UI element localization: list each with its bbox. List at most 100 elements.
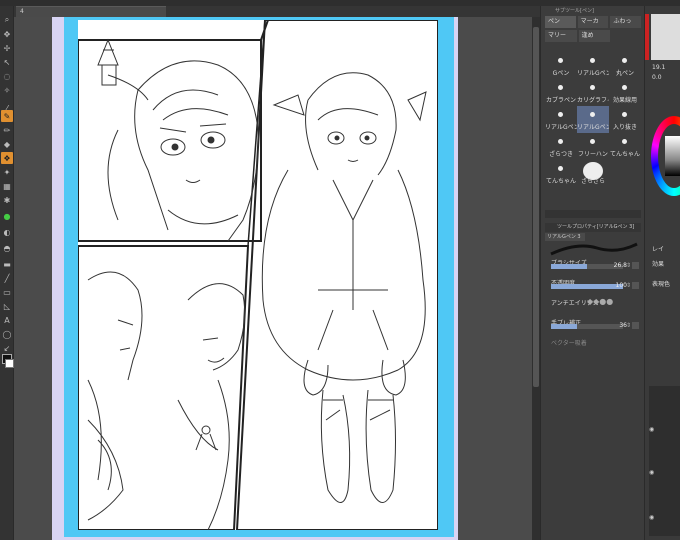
sub-color-swatch[interactable] xyxy=(5,359,14,368)
bucket-tool-icon[interactable]: ◓ xyxy=(1,242,13,254)
eraser-tool-icon[interactable]: ◆ xyxy=(1,138,13,150)
zoom-tool-icon[interactable]: ⌕ xyxy=(1,14,13,26)
color-sv-box[interactable] xyxy=(665,136,680,176)
brush-label: Gペン xyxy=(552,70,570,77)
stabilization-settings-button[interactable] xyxy=(632,322,639,329)
brush-item[interactable]: てんちゃん xyxy=(545,160,577,187)
brush-label: ざらつき xyxy=(548,151,573,158)
subtool-panel: サブツール[ペン] ペン マーカ ふわっ マリー 逢め Gペン リアルGペン 丸ペン… xyxy=(540,6,644,540)
opacity-row[interactable]: 不透明度 100 ⇕ xyxy=(551,278,641,290)
brush-label: 効果線用 xyxy=(612,97,637,104)
brush-item[interactable]: てんちゃん xyxy=(609,133,641,160)
frame-tool-icon[interactable]: ▭ xyxy=(1,286,13,298)
hand-tool-icon[interactable]: ✥ xyxy=(1,28,13,40)
layer-panel-label: レイ xyxy=(652,246,665,253)
brush-item[interactable]: リアルGペン xyxy=(545,106,577,133)
decoration-tool-icon[interactable]: ▦ xyxy=(1,180,13,192)
brush-size-slider[interactable] xyxy=(551,264,623,269)
navigator-angle-value[interactable]: 0.0 xyxy=(652,74,662,81)
brush-tip-icon xyxy=(558,139,563,144)
brush-item[interactable]: ざらざら xyxy=(577,160,609,187)
brush-item[interactable]: リアルGペン xyxy=(577,106,609,133)
canvas-scrollbar[interactable] xyxy=(532,17,540,540)
opacity-slider[interactable] xyxy=(551,284,623,289)
stabilization-row[interactable]: 手ブレ補正 36 ⇕ xyxy=(551,318,641,330)
tab-tsuyame[interactable]: 逢め xyxy=(578,30,611,42)
brush-tip-icon xyxy=(622,112,627,117)
pencil-tool-icon[interactable]: ✏ xyxy=(1,124,13,136)
opacity-spinner-icon[interactable]: ⇕ xyxy=(626,282,631,289)
brush-item[interactable]: 入り抜き xyxy=(609,106,641,133)
move-tool-icon[interactable]: ✢ xyxy=(1,42,13,54)
subtool-tabs-row2: マリー 逢め xyxy=(545,30,641,42)
subtool-panel-title: サブツール[ペン] xyxy=(555,8,594,14)
effect-label: 効果 xyxy=(652,261,665,268)
brush-item[interactable]: Gペン xyxy=(545,52,577,79)
blend-tool-icon[interactable]: ✱ xyxy=(1,194,13,206)
layer-visibility-icon[interactable]: ◉ xyxy=(649,469,654,476)
tool-property-title: ツールプロパティ[リアルGペン 3] xyxy=(545,223,641,232)
stroke-preview xyxy=(550,242,638,256)
airbrush-tool-icon[interactable]: ✦ xyxy=(1,166,13,178)
canvas-area[interactable] xyxy=(14,17,532,540)
panel-right xyxy=(235,20,438,530)
clip-studio-window: 4 ⌕ ✥ ✢ ↖ ◌ ✧ ⁄ ✎ ✏ ◆ ❖ ✦ ▦ ✱ ● ◐ ◓ ▬ ╱ … xyxy=(0,0,680,540)
correct-line-tool-icon[interactable]: ↙ xyxy=(1,342,13,354)
shape-tool-icon[interactable]: ▬ xyxy=(1,258,13,270)
navigator-thumbnail[interactable] xyxy=(651,14,680,60)
layer-visibility-icon[interactable]: ◉ xyxy=(649,514,654,521)
scrollbar-thumb[interactable] xyxy=(533,27,539,387)
antialias-row[interactable]: アンチエイリアス ◆◆●● xyxy=(551,297,641,310)
brush-size-settings-button[interactable] xyxy=(632,262,639,269)
operation-tool-icon[interactable]: ↖ xyxy=(1,56,13,68)
pen-tool-icon[interactable]: ✎ xyxy=(1,110,13,122)
brush-size-spinner-icon[interactable]: ⇕ xyxy=(626,262,631,269)
stabilization-spinner-icon[interactable]: ⇕ xyxy=(626,322,631,329)
brush-tip-icon xyxy=(622,85,627,90)
brush-label: リアルGペン xyxy=(577,70,609,77)
ruler-tool-icon[interactable]: ◺ xyxy=(1,300,13,312)
brush-label: 入り抜き xyxy=(612,124,637,131)
vector-snap-label: ベクター吸着 xyxy=(551,340,587,347)
antialias-options-icon[interactable]: ◆◆●● xyxy=(587,297,613,306)
balloon-tool-icon[interactable]: ◯ xyxy=(1,328,13,340)
brush-tip-icon xyxy=(558,85,563,90)
navigator-indicator xyxy=(645,14,649,60)
brush-list: GペンリアルGペン丸ペンカブラペンカリグラフィ効果線用リアルGペンリアルGペン入… xyxy=(545,52,641,214)
gradient-tool-icon[interactable]: ◐ xyxy=(1,226,13,238)
layer-visibility-icon[interactable]: ◉ xyxy=(649,426,654,433)
magic-wand-icon[interactable]: ✧ xyxy=(1,84,13,96)
brush-label: 丸ペン xyxy=(615,70,634,77)
tab-mari[interactable]: マリー xyxy=(545,30,577,42)
opacity-settings-button[interactable] xyxy=(632,282,639,289)
brush-item[interactable]: リアルGペン xyxy=(577,52,609,79)
brush-tip-icon xyxy=(622,139,627,144)
stabilization-slider[interactable] xyxy=(551,324,623,329)
brush-label: てんちゃん xyxy=(609,151,640,158)
navigator-color-panel: 19.1 0.0 レイ 効果 表現色 ◉ ◉ ◉ xyxy=(644,6,680,540)
sketch-seated-character xyxy=(261,72,427,503)
brush-size-row[interactable]: ブラシサイズ 26.8 ⇕ xyxy=(551,258,641,270)
manga-page[interactable] xyxy=(78,20,438,530)
brush-item[interactable]: 効果線用 xyxy=(609,79,641,106)
tab-pen[interactable]: ペン xyxy=(545,16,576,28)
tab-fuwa[interactable]: ふわっ xyxy=(610,16,642,28)
brush-item[interactable]: カリグラフィ xyxy=(577,79,609,106)
vector-snap-row[interactable]: ベクター吸着 xyxy=(551,338,641,350)
text-tool-icon[interactable]: A xyxy=(1,314,13,326)
lasso-tool-icon[interactable]: ◌ xyxy=(1,70,13,82)
document-tab[interactable]: 4 xyxy=(16,6,166,17)
tool-bar: ⌕ ✥ ✢ ↖ ◌ ✧ ⁄ ✎ ✏ ◆ ❖ ✦ ▦ ✱ ● ◐ ◓ ▬ ╱ ▭ … xyxy=(0,6,14,540)
navigator-zoom-value[interactable]: 19.1 xyxy=(652,64,665,71)
tab-marker[interactable]: マーカ xyxy=(577,16,609,28)
brush-item[interactable]: フリーハン xyxy=(577,133,609,160)
brush-item[interactable]: 丸ペン xyxy=(609,52,641,79)
brush-item[interactable]: ざらつき xyxy=(545,133,577,160)
line-tool-icon[interactable]: ╱ xyxy=(1,272,13,284)
expression-color-label: 表現色 xyxy=(652,281,671,288)
brush-tool-icon[interactable]: ❖ xyxy=(1,152,13,164)
brush-item[interactable]: カブラペン xyxy=(545,79,577,106)
brush-label: フリーハン xyxy=(578,151,608,158)
fill-tool-icon[interactable]: ● xyxy=(1,210,13,222)
brush-tip-icon xyxy=(590,58,595,63)
